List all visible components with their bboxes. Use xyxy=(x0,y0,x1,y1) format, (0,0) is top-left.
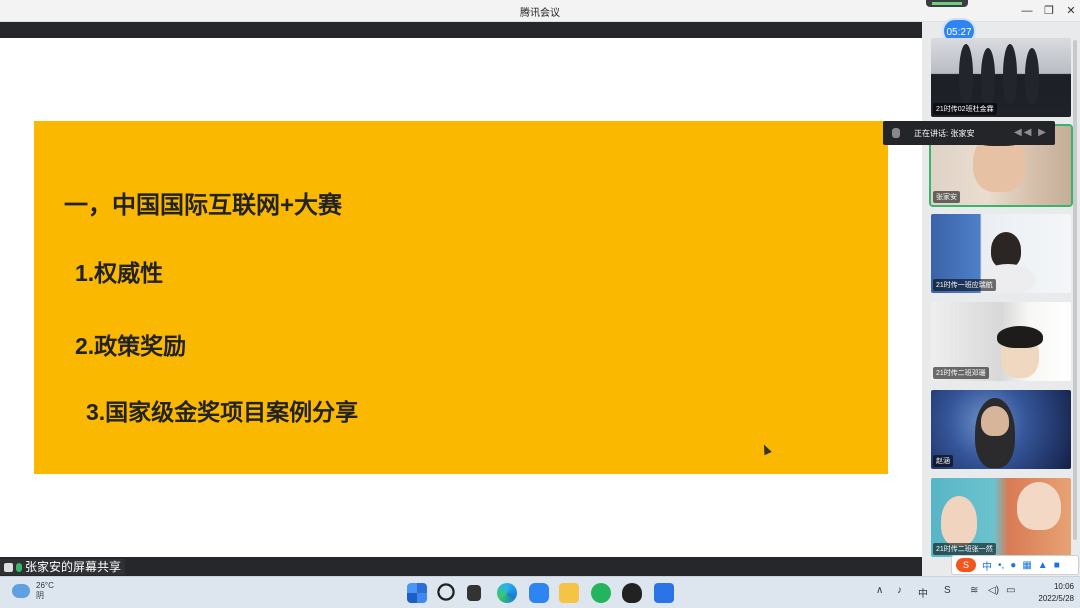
weather-temp: 26°C xyxy=(36,581,54,590)
top-status-indicator xyxy=(926,0,968,7)
edge-icon[interactable] xyxy=(497,583,517,603)
participant-name: 21时传二班邓珊 xyxy=(933,367,989,379)
sogou-icon[interactable]: S xyxy=(956,558,976,572)
participant-video[interactable]: 21时传02班杜金霖 xyxy=(931,38,1071,117)
participant-video[interactable]: 21时传二班张一然 xyxy=(931,478,1071,557)
wifi-icon[interactable]: ≋ xyxy=(970,585,978,596)
punctuation-icon[interactable]: •, xyxy=(998,560,1004,571)
participant-name: 赵涵 xyxy=(933,455,953,467)
sogou-tray-icon[interactable]: S xyxy=(944,585,951,596)
participant-name: 21时传02班杜金霖 xyxy=(933,103,997,115)
volume-icon[interactable]: ◁) xyxy=(988,585,999,596)
participant-video[interactable]: 赵涵 xyxy=(931,390,1071,469)
slide-item-2: 2.政策奖励 xyxy=(75,333,187,359)
slide-item-1: 1.权威性 xyxy=(75,260,164,286)
battery-icon[interactable]: ▭ xyxy=(1006,585,1015,596)
participant-name: 21时传二班张一然 xyxy=(933,543,996,555)
meeting-window: 腾讯会议 — ❐ ✕ 一，中国国际互联网+大赛 1.权威性 2.政策奖励 3.国… xyxy=(0,0,1080,576)
cloud-icon xyxy=(12,584,30,598)
participant-scrollbar[interactable] xyxy=(1073,40,1077,540)
participant-name: 21时传一班应瑞航 xyxy=(933,279,996,291)
tencent-meeting-icon[interactable] xyxy=(654,583,674,603)
tray-expand-icon[interactable]: ∧ xyxy=(876,585,883,596)
screen-icon xyxy=(4,562,13,572)
task-view-icon[interactable] xyxy=(467,585,481,601)
slide-item-3: 3.国家级金奖项目案例分享 xyxy=(86,399,359,425)
taskbar: 26°C 阴 ∧ ♪ 中 S ≋ ◁) ▭ 10:06 2022/5/28 xyxy=(0,576,1080,608)
zoom-icon[interactable] xyxy=(529,583,549,603)
title-bar: 腾讯会议 — ❐ ✕ xyxy=(0,0,1080,22)
speaking-indicator: 正在讲话: 张家安 ◀◀ ▶ xyxy=(883,121,1055,145)
keyboard-icon[interactable]: ▦ xyxy=(1022,560,1031,571)
close-button[interactable]: ✕ xyxy=(1060,2,1080,20)
participant-video[interactable]: 21时传一班应瑞航 xyxy=(931,214,1071,293)
mic-icon xyxy=(16,562,22,572)
search-icon[interactable] xyxy=(437,583,457,603)
system-clock[interactable]: 10:06 2022/5/28 xyxy=(1026,581,1074,605)
weather-desc: 阴 xyxy=(36,591,44,600)
clock-date: 2022/5/28 xyxy=(1038,594,1074,603)
participant-name: 张家安 xyxy=(933,191,960,203)
qq-icon[interactable] xyxy=(622,583,642,603)
ime-tray-icon[interactable]: 中 xyxy=(918,585,928,600)
screen-share-label[interactable]: 张家安的屏幕共享 xyxy=(0,559,126,575)
windows-start-icon[interactable] xyxy=(407,583,427,603)
wechat-icon[interactable] xyxy=(591,583,611,603)
share-label-text: 张家安的屏幕共享 xyxy=(25,560,122,574)
participant-video[interactable]: 21时传二班邓珊 xyxy=(931,302,1071,381)
nav-arrows-icon[interactable]: ◀◀ ▶ xyxy=(1014,127,1048,138)
window-title: 腾讯会议 xyxy=(520,8,560,19)
mic-icon xyxy=(892,128,900,138)
share-bottom-bar xyxy=(0,557,922,576)
speaking-text: 正在讲话: 张家安 xyxy=(914,129,975,138)
maximize-button[interactable]: ❐ xyxy=(1038,2,1060,20)
mic-tray-icon[interactable]: ♪ xyxy=(897,585,902,596)
share-top-bar xyxy=(0,22,922,38)
weather-widget[interactable]: 26°C 阴 xyxy=(12,581,54,601)
folder-icon[interactable] xyxy=(559,583,579,603)
clock-time: 10:06 xyxy=(1053,582,1074,591)
presentation-slide: 一，中国国际互联网+大赛 1.权威性 2.政策奖励 3.国家级金奖项目案例分享 xyxy=(34,121,888,474)
voice-icon[interactable]: ● xyxy=(1010,560,1016,571)
ime-mode[interactable]: 中 xyxy=(982,558,992,573)
toolbox-icon[interactable]: ■ xyxy=(1054,560,1060,571)
minimize-button[interactable]: — xyxy=(1016,2,1038,20)
ime-toolbar[interactable]: S 中 •, ● ▦ ▲ ■ xyxy=(951,555,1079,575)
slide-heading: 一，中国国际互联网+大赛 xyxy=(64,192,343,219)
skin-icon[interactable]: ▲ xyxy=(1038,560,1048,571)
